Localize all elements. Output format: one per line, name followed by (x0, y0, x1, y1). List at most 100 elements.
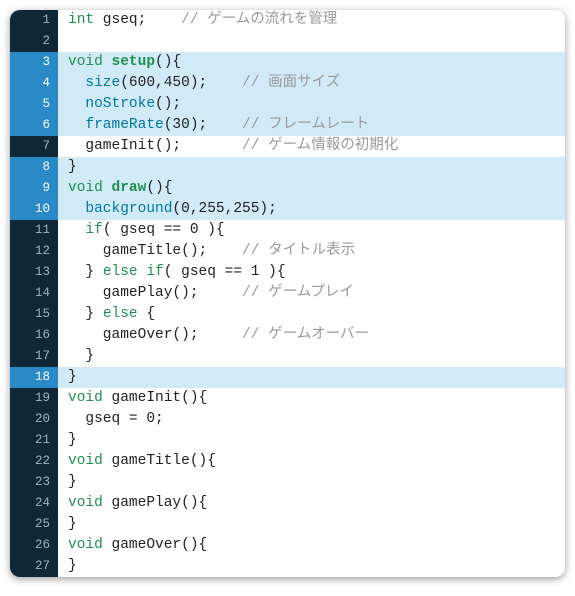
code-content[interactable] (58, 31, 565, 52)
code-line[interactable]: 9void draw(){ (10, 178, 565, 199)
token-txt: gseq; (94, 12, 181, 28)
code-line[interactable]: 25} (10, 514, 565, 535)
token-txt: ( gseq == 1 ){ (164, 264, 286, 280)
code-editor[interactable]: 1int gseq; // ゲームの流れを管理23void setup(){4 … (10, 10, 565, 577)
code-line[interactable]: 6 frameRate(30); // フレームレート (10, 115, 565, 136)
code-content[interactable]: } (58, 157, 565, 178)
line-number: 6 (10, 115, 58, 136)
code-content[interactable]: background(0,255,255); (58, 199, 565, 220)
code-content[interactable]: noStroke(); (58, 94, 565, 115)
token-txt: (); (155, 96, 181, 112)
token-kw: else (103, 306, 138, 322)
code-line[interactable]: 19void gameInit(){ (10, 388, 565, 409)
code-content[interactable]: if( gseq == 0 ){ (58, 220, 565, 241)
code-line[interactable]: 11 if( gseq == 0 ){ (10, 220, 565, 241)
code-line[interactable]: 21} (10, 430, 565, 451)
code-line[interactable]: 14 gamePlay(); // ゲームプレイ (10, 283, 565, 304)
token-txt: gameOver(){ (103, 537, 207, 553)
code-line[interactable]: 4 size(600,450); // 画面サイズ (10, 73, 565, 94)
code-content[interactable]: gameTitle(); // タイトル表示 (58, 241, 565, 262)
code-content[interactable]: gseq = 0; (58, 409, 565, 430)
token-cmt: // タイトル表示 (242, 243, 355, 259)
token-txt: gameTitle(){ (103, 453, 216, 469)
code-line[interactable]: 8} (10, 157, 565, 178)
token-fn: background (85, 201, 172, 217)
code-line[interactable]: 3void setup(){ (10, 52, 565, 73)
token-txt: (30); (164, 117, 242, 133)
code-content[interactable]: size(600,450); // 画面サイズ (58, 73, 565, 94)
token-fn: frameRate (85, 117, 163, 133)
line-number: 24 (10, 493, 58, 514)
line-number: 3 (10, 52, 58, 73)
token-txt (68, 117, 85, 133)
token-txt: gameOver(); (68, 327, 242, 343)
code-line[interactable]: 16 gameOver(); // ゲームオーバー (10, 325, 565, 346)
line-number: 18 (10, 367, 58, 388)
code-line[interactable]: 7 gameInit(); // ゲーム情報の初期化 (10, 136, 565, 157)
line-number: 11 (10, 220, 58, 241)
token-txt: } (68, 264, 103, 280)
code-content[interactable]: int gseq; // ゲームの流れを管理 (58, 10, 565, 31)
code-content[interactable]: void gameOver(){ (58, 535, 565, 556)
code-content[interactable]: } (58, 556, 565, 577)
token-kw: if (85, 222, 102, 238)
token-txt: (0,255,255); (172, 201, 276, 217)
code-line[interactable]: 15 } else { (10, 304, 565, 325)
code-line[interactable]: 23} (10, 472, 565, 493)
line-number: 7 (10, 136, 58, 157)
code-content[interactable]: void draw(){ (58, 178, 565, 199)
line-number: 4 (10, 73, 58, 94)
code-line[interactable]: 22void gameTitle(){ (10, 451, 565, 472)
token-txt (103, 180, 112, 196)
code-line[interactable]: 1int gseq; // ゲームの流れを管理 (10, 10, 565, 31)
code-line[interactable]: 17 } (10, 346, 565, 367)
code-content[interactable]: } (58, 367, 565, 388)
token-txt: (){ (155, 54, 181, 70)
code-content[interactable]: void gameTitle(){ (58, 451, 565, 472)
token-txt: gamePlay(){ (103, 495, 207, 511)
token-txt (68, 222, 85, 238)
code-content[interactable]: gameInit(); // ゲーム情報の初期化 (58, 136, 565, 157)
token-kw: void (68, 180, 103, 196)
token-txt: (){ (146, 180, 172, 196)
code-content[interactable]: } else if( gseq == 1 ){ (58, 262, 565, 283)
token-txt (103, 54, 112, 70)
code-content[interactable]: void gameInit(){ (58, 388, 565, 409)
code-content[interactable]: void setup(){ (58, 52, 565, 73)
code-line[interactable]: 13 } else if( gseq == 1 ){ (10, 262, 565, 283)
code-content[interactable]: } (58, 514, 565, 535)
code-line[interactable]: 27} (10, 556, 565, 577)
line-number: 21 (10, 430, 58, 451)
token-txt: } (68, 369, 77, 385)
token-txt: (600,450); (120, 75, 242, 91)
code-content[interactable]: } (58, 472, 565, 493)
line-number: 13 (10, 262, 58, 283)
line-number: 27 (10, 556, 58, 577)
code-line[interactable]: 18} (10, 367, 565, 388)
code-content[interactable]: gamePlay(); // ゲームプレイ (58, 283, 565, 304)
token-txt: gameInit(); (68, 138, 242, 154)
code-content[interactable]: frameRate(30); // フレームレート (58, 115, 565, 136)
token-cmt: // ゲームプレイ (242, 285, 354, 301)
line-number: 22 (10, 451, 58, 472)
token-kw: else if (103, 264, 164, 280)
token-fn: noStroke (85, 96, 155, 112)
code-line[interactable]: 2 (10, 31, 565, 52)
code-content[interactable]: gameOver(); // ゲームオーバー (58, 325, 565, 346)
code-line[interactable]: 12 gameTitle(); // タイトル表示 (10, 241, 565, 262)
line-number: 23 (10, 472, 58, 493)
token-cmt: // ゲームオーバー (242, 327, 369, 343)
line-number: 12 (10, 241, 58, 262)
line-number: 25 (10, 514, 58, 535)
code-line[interactable]: 24void gamePlay(){ (10, 493, 565, 514)
token-txt: ( gseq == 0 ){ (103, 222, 225, 238)
code-content[interactable]: } (58, 430, 565, 451)
code-line[interactable]: 20 gseq = 0; (10, 409, 565, 430)
code-line[interactable]: 10 background(0,255,255); (10, 199, 565, 220)
code-line[interactable]: 26void gameOver(){ (10, 535, 565, 556)
code-content[interactable]: void gamePlay(){ (58, 493, 565, 514)
token-txt: } (68, 558, 77, 574)
code-content[interactable]: } else { (58, 304, 565, 325)
code-content[interactable]: } (58, 346, 565, 367)
code-line[interactable]: 5 noStroke(); (10, 94, 565, 115)
